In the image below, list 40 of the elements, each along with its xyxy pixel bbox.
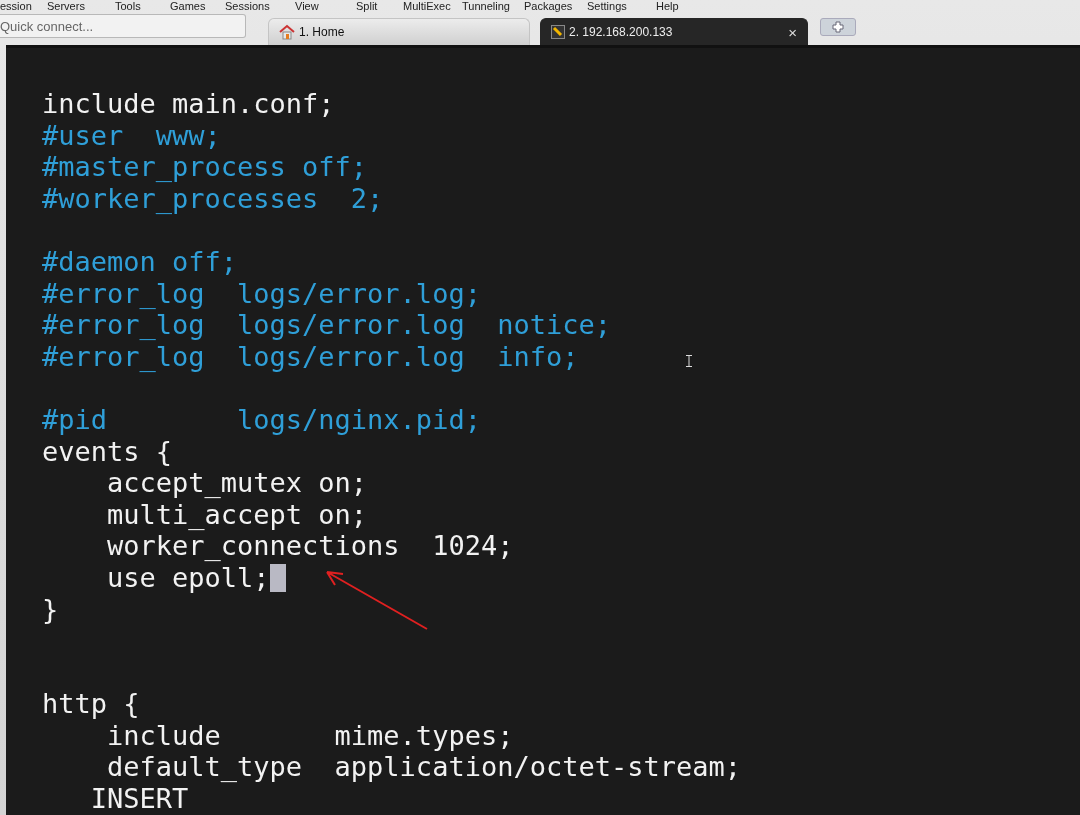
menu-item[interactable]: Help bbox=[656, 1, 696, 12]
code-line: events { bbox=[42, 435, 173, 468]
code-line: include main.conf; bbox=[42, 88, 335, 120]
close-button[interactable]: × bbox=[788, 23, 797, 41]
menu-item[interactable]: Split bbox=[356, 1, 403, 12]
menu-item[interactable]: Sessions bbox=[225, 1, 295, 12]
code-line: default_type application/octet-stream; bbox=[106, 751, 741, 784]
i-beam-cursor-icon bbox=[686, 355, 692, 367]
menu-item[interactable]: Packages bbox=[524, 1, 587, 12]
comment-line: #error_log logs/error.log; bbox=[42, 277, 481, 310]
code-line: accept_mutex on; bbox=[106, 467, 368, 499]
menu-item[interactable]: MultiExec bbox=[403, 1, 462, 12]
plus-icon bbox=[832, 21, 844, 33]
mode-indicator: INSERT bbox=[89, 783, 189, 815]
menu-item[interactable]: Servers bbox=[47, 1, 115, 12]
menu-item[interactable]: Games bbox=[170, 1, 225, 12]
session-tab[interactable]: 1. Home bbox=[268, 18, 530, 45]
code-line: http { bbox=[42, 688, 140, 720]
code-line: use epoll; bbox=[106, 561, 270, 594]
comment-line: #user www; bbox=[42, 119, 221, 152]
terminal-icon bbox=[551, 25, 565, 39]
comment-line: #error_log logs/error.log info; bbox=[42, 340, 579, 373]
comment-line: #error_log logs/error.log notice; bbox=[42, 309, 611, 341]
code-line: multi_accept on; bbox=[106, 498, 368, 531]
comment-line: #master_process off; bbox=[42, 151, 368, 183]
menu-item[interactable]: ession bbox=[0, 1, 47, 12]
comment-line: #pid logs/nginx.pid; bbox=[42, 403, 481, 436]
menu-item[interactable]: View bbox=[295, 1, 356, 12]
code-line: worker_connections 1024; bbox=[106, 530, 514, 562]
menu-item[interactable]: Tools bbox=[115, 1, 170, 12]
comment-line: #worker_processes 2; bbox=[42, 182, 384, 215]
session-tab[interactable]: 2. 192.168.200.133 × bbox=[540, 18, 808, 45]
house-icon bbox=[279, 24, 295, 40]
menu-item[interactable]: Tunneling bbox=[462, 1, 524, 12]
quick-connect-field[interactable]: Quick connect... bbox=[0, 14, 246, 38]
code-line: } bbox=[42, 593, 59, 626]
new-tab-button[interactable] bbox=[820, 18, 856, 36]
menu-item[interactable]: Settings bbox=[587, 1, 656, 12]
code-line: include mime.types; bbox=[106, 719, 514, 752]
comment-line: #daemon off; bbox=[42, 245, 238, 278]
